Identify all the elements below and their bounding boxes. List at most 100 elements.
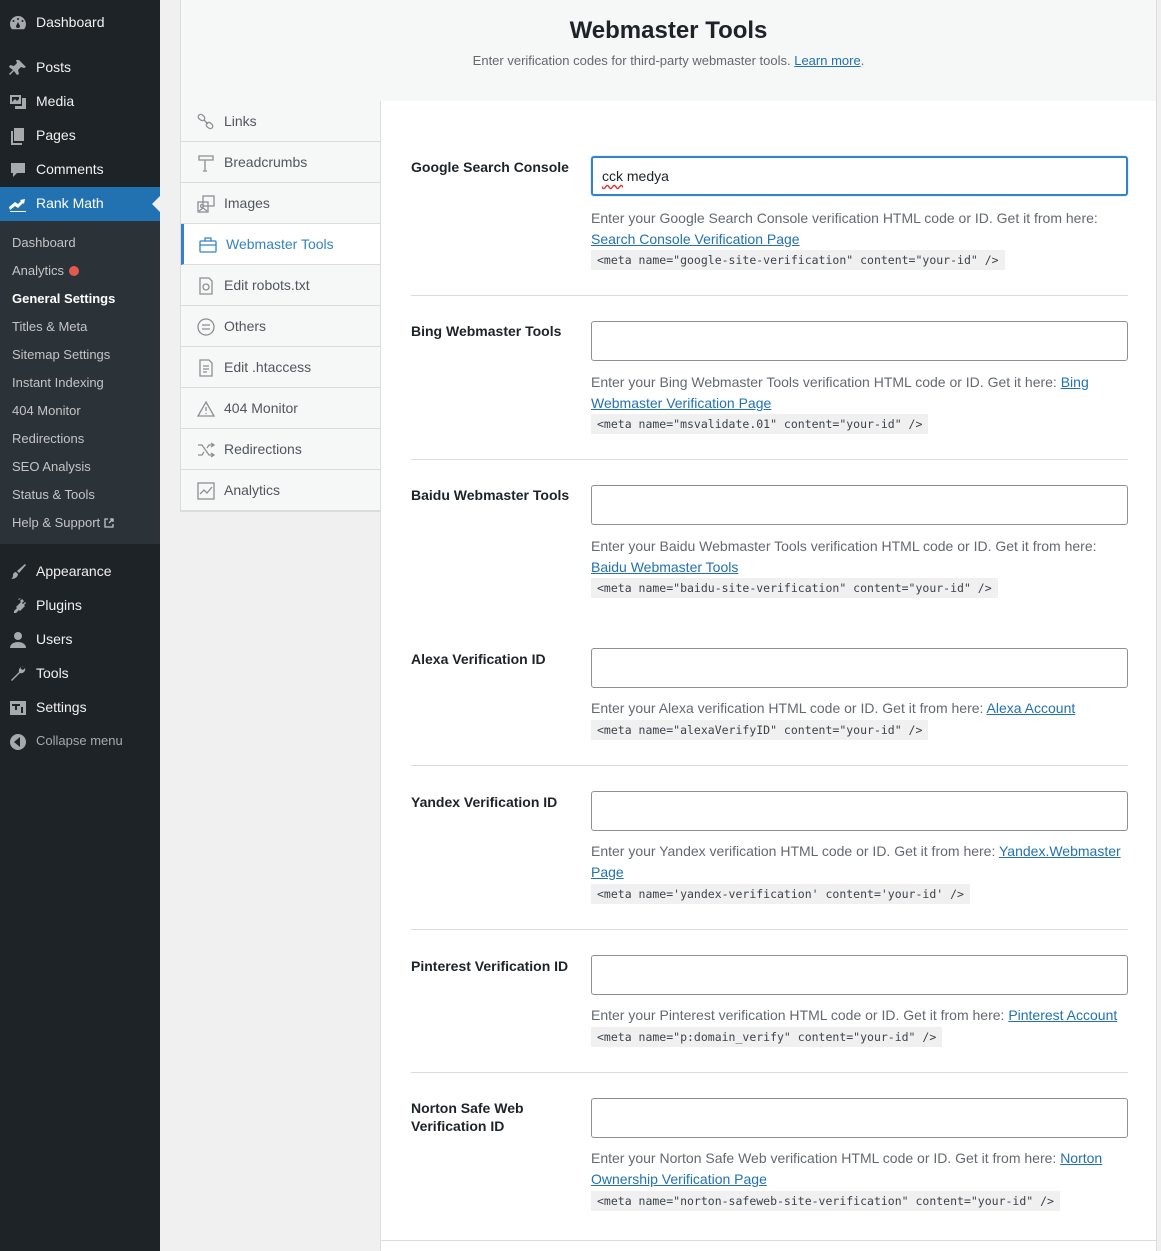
robot-file-icon [199, 277, 213, 295]
menu-item-pages[interactable]: Pages [0, 119, 160, 153]
pinterest-verification-input[interactable] [591, 955, 1128, 995]
field-code-example: <meta name="baidu-site-verification" con… [591, 578, 998, 598]
document-icon [199, 359, 213, 377]
settings-tabs: Links Breadcrumbs Images Webmaster Tools… [180, 101, 382, 512]
menu-label: Pages [36, 127, 76, 143]
submenu-item-sitemap-settings[interactable]: Sitemap Settings [12, 347, 110, 362]
baidu-webmaster-input[interactable] [591, 485, 1128, 525]
field-code-example: <meta name="norton-safeweb-site-verifica… [591, 1191, 1060, 1211]
external-link-icon [104, 517, 114, 528]
menu-item-posts[interactable]: Posts [0, 51, 160, 85]
tab-label: Analytics [224, 482, 281, 498]
menu-item-tools[interactable]: Tools [0, 657, 160, 691]
tab-edit-robots[interactable]: Edit robots.txt [181, 265, 381, 306]
tab-breadcrumbs[interactable]: Breadcrumbs [181, 142, 381, 183]
pages-icon [11, 128, 24, 145]
baidu-webmaster-link[interactable]: Baidu Webmaster Tools [591, 559, 738, 575]
menu-item-appearance[interactable]: Appearance [0, 555, 160, 589]
webmaster-tools-form: Google Search Console cck medya Enter yo… [380, 101, 1157, 1251]
menu-item-users[interactable]: Users [0, 623, 160, 657]
search-console-verification-link[interactable]: Search Console Verification Page [591, 231, 800, 247]
field-label: Google Search Console [411, 159, 569, 175]
tab-images[interactable]: Images [181, 183, 381, 224]
submenu-item-instant-indexing[interactable]: Instant Indexing [12, 375, 104, 390]
settings-icon [10, 701, 26, 715]
field-description: Enter your Bing Webmaster Tools verifica… [591, 374, 1089, 411]
menu-label: Users [36, 631, 73, 647]
menu-item-rank-math[interactable]: Rank Math [0, 187, 160, 221]
input-value-rest: medya [626, 168, 669, 184]
comments-icon [11, 163, 25, 177]
field-description: Enter your Pinterest verification HTML c… [591, 1007, 1118, 1023]
tab-redirections[interactable]: Redirections [181, 429, 381, 470]
menu-item-comments[interactable]: Comments [0, 153, 160, 187]
tab-label: 404 Monitor [224, 400, 298, 416]
alert-dot [69, 265, 80, 276]
field-description: Enter your Alexa verification HTML code … [591, 700, 1076, 716]
tab-analytics[interactable]: Analytics [181, 470, 381, 511]
submenu-item-analytics[interactable]: Analytics [12, 263, 80, 278]
menu-item-settings[interactable]: Settings [0, 691, 160, 725]
shuffle-icon [198, 442, 216, 458]
field-code-example: <meta name="msvalidate.01" content="your… [591, 414, 929, 434]
user-icon [10, 632, 26, 648]
alexa-account-link[interactable]: Alexa Account [987, 700, 1076, 716]
menu-label: Tools [36, 665, 69, 681]
rank-math-submenu: Dashboard Analytics General Settings Tit… [0, 221, 160, 544]
menu-label: Plugins [36, 597, 82, 613]
submenu-item-titles-meta[interactable]: Titles & Meta [12, 319, 87, 334]
menu-label: Collapse menu [36, 733, 123, 748]
pinterest-account-link[interactable]: Pinterest Account [1008, 1007, 1117, 1023]
submenu-item-dashboard[interactable]: Dashboard [12, 235, 76, 250]
pin-icon [9, 60, 26, 75]
submenu-item-redirections[interactable]: Redirections [12, 431, 84, 446]
yandex-verification-input[interactable] [591, 791, 1128, 831]
submenu-item-help-support[interactable]: Help & Support [12, 515, 114, 530]
tab-label: Edit .htaccess [224, 359, 312, 375]
images-icon [197, 195, 215, 213]
menu-item-media[interactable]: Media [0, 85, 160, 119]
menu-item-plugins[interactable]: Plugins [0, 589, 160, 623]
tab-edit-htaccess[interactable]: Edit .htaccess [181, 347, 381, 388]
settings-header: Webmaster Tools Enter verification codes… [180, 0, 1157, 102]
bing-webmaster-input[interactable] [591, 321, 1128, 361]
field-code-example: <meta name="google-site-verification" co… [591, 250, 1005, 270]
menu-label: Dashboard [36, 14, 105, 30]
dashboard-icon [10, 16, 26, 30]
submenu-item-404-monitor[interactable]: 404 Monitor [12, 403, 81, 418]
submenu-item-status-tools[interactable]: Status & Tools [12, 487, 95, 502]
tab-others[interactable]: Others [181, 306, 381, 347]
menu-label: Comments [36, 161, 104, 177]
link-icon [197, 113, 214, 130]
menu-label: Settings [36, 699, 87, 715]
tab-404-monitor[interactable]: 404 Monitor [181, 388, 381, 429]
divider [411, 1072, 1128, 1073]
submenu-item-general-settings[interactable]: General Settings [12, 291, 115, 306]
plugin-icon [14, 598, 26, 613]
tab-webmaster-tools[interactable]: Webmaster Tools [181, 224, 382, 265]
menu-label: Posts [36, 59, 72, 75]
field-label: Yandex Verification ID [411, 794, 558, 810]
circle-lines-icon [197, 318, 215, 336]
tab-label: Redirections [224, 441, 302, 457]
field-code-example: <meta name="p:domain_verify" content="yo… [591, 1027, 943, 1047]
menu-item-dashboard[interactable]: Dashboard [0, 6, 160, 40]
field-code-example: <meta name='yandex-verification' content… [591, 884, 970, 904]
field-description: Enter your Google Search Console verific… [591, 210, 1098, 247]
menu-label: Appearance [36, 563, 112, 579]
learn-more-link[interactable]: Learn more [794, 53, 860, 68]
divider [411, 295, 1128, 296]
page-title: Webmaster Tools [569, 17, 768, 44]
divider [411, 459, 1128, 460]
media-icon [10, 95, 26, 109]
tab-label: Links [224, 113, 257, 129]
google-search-console-input[interactable]: cck medya [591, 156, 1128, 196]
field-label: Norton Safe Web Verification ID [411, 1100, 524, 1134]
collapse-menu-button[interactable]: Collapse menu [0, 725, 160, 759]
alexa-verification-input[interactable] [591, 648, 1128, 688]
menu-label: Rank Math [36, 195, 104, 211]
tab-links[interactable]: Links [181, 101, 381, 142]
tab-label: Others [224, 318, 267, 334]
submenu-item-seo-analysis[interactable]: SEO Analysis [12, 459, 91, 474]
norton-verification-input[interactable] [591, 1098, 1128, 1138]
